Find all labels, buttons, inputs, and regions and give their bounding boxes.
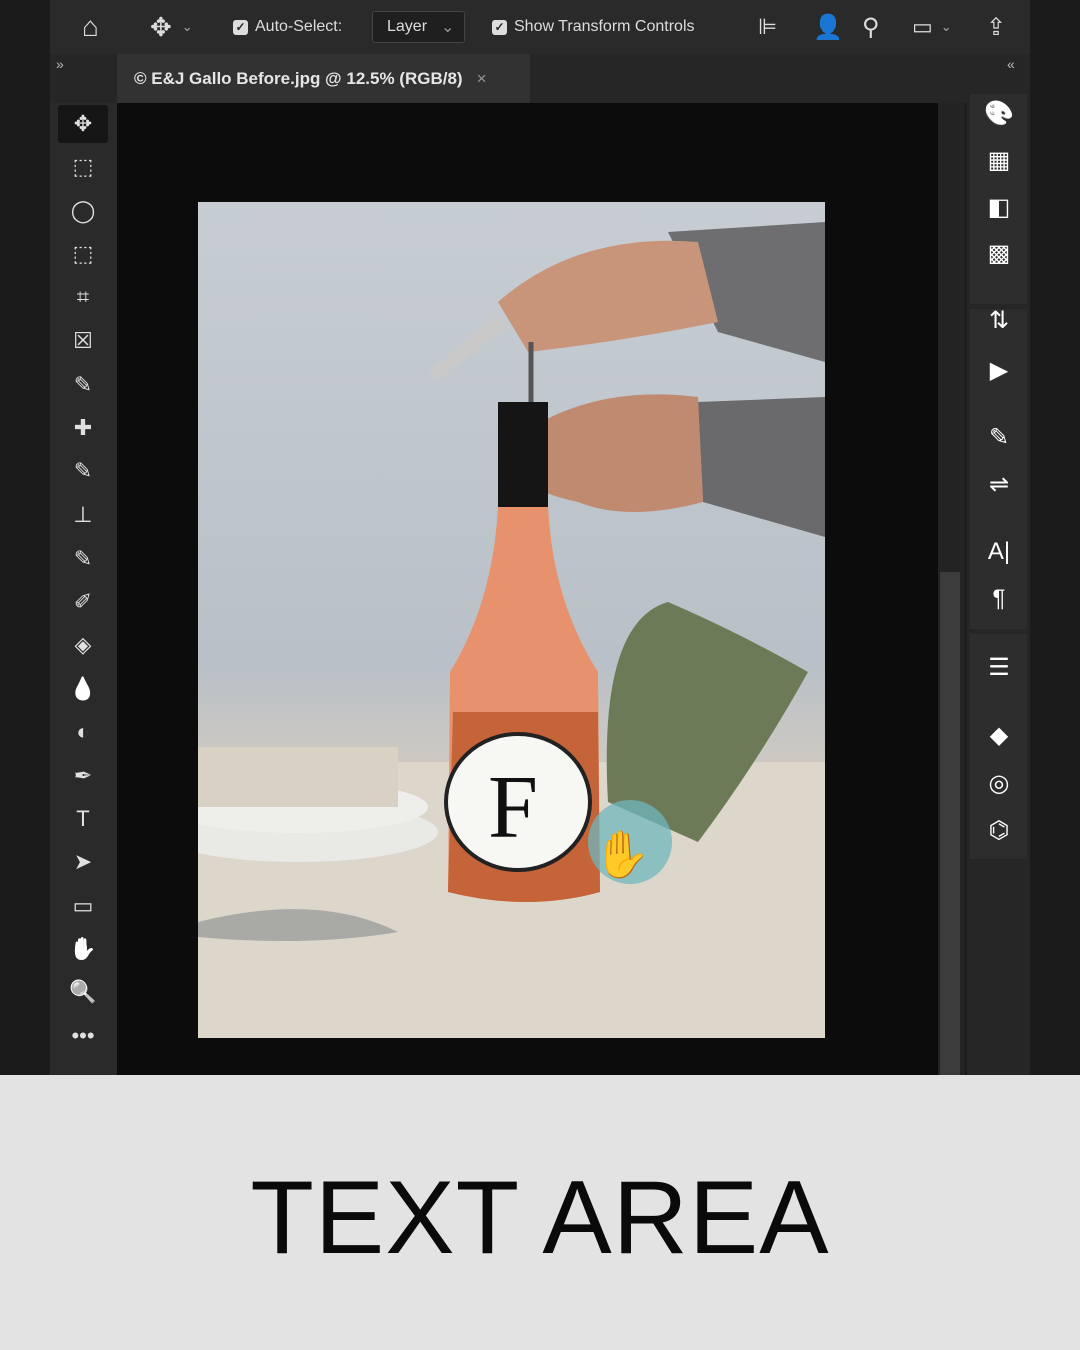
collapse-right-panel-button[interactable]: « [1007,56,1015,72]
eraser-tool-icon[interactable]: ✐ [58,583,108,621]
document-tab[interactable]: © E&J Gallo Before.jpg @ 12.5% (RGB/8) × [117,54,530,103]
gradient-panel-icon[interactable]: ◧ [975,187,1023,227]
align-left-icon[interactable]: ⊫ [758,0,777,54]
blur-tool-icon[interactable]: 💧 [58,670,108,708]
type-tool-icon[interactable]: T [58,800,108,838]
paint-bucket-tool-icon[interactable]: ◈ [58,626,108,664]
photo-illustration: F ✋ [198,222,825,1038]
dodge-tool-icon[interactable]: ◐ [58,713,108,751]
history-brush-tool-icon[interactable]: ✎ [58,540,108,578]
home-icon[interactable]: ⌂ [82,0,99,54]
lasso-tool-icon[interactable]: ◯ [58,192,108,230]
brush-tool-icon[interactable]: ✎ [58,452,108,490]
pen-tool-icon[interactable]: ✒ [58,757,108,795]
document-tab-bar: » © E&J Gallo Before.jpg @ 12.5% (RGB/8)… [50,54,967,103]
paragraph-panel-icon[interactable]: ¶ [975,579,1023,619]
auto-select-label: Auto-Select: [255,18,343,35]
hand-cursor-icon: ✋ [593,828,650,880]
character-panel-icon[interactable]: A| [975,532,1023,572]
close-tab-icon[interactable]: × [477,69,487,89]
path-select-tool-icon[interactable]: ➤ [58,843,108,881]
checkbox-icon: ✓ [492,19,507,35]
search-icon[interactable]: ⚲ [862,0,880,54]
document-tab-title: © E&J Gallo Before.jpg @ 12.5% (RGB/8) [134,68,463,88]
history-panel-icon[interactable]: ⇅ [975,300,1023,340]
auto-select-target-dropdown[interactable]: Layer ⌄ [372,11,466,43]
document-image: F ✋ [198,202,825,1038]
eyedropper-tool-icon[interactable]: ✎ [58,366,108,404]
properties-panel-icon[interactable]: ⇌ [975,464,1023,504]
more-tool-icon[interactable]: ••• [58,1017,108,1055]
swatches-panel-icon[interactable]: ▦ [975,140,1023,180]
hand-tool-icon[interactable]: ✋ [58,930,108,968]
share-icon[interactable]: ⇪ [986,0,1006,54]
user-add-icon[interactable]: 👤 [813,0,843,54]
expand-left-panel-button[interactable]: » [56,56,64,72]
label-logo: F [488,758,538,857]
caption-text: TEXT AREA [250,1160,830,1276]
patterns-panel-icon[interactable]: ▩ [975,233,1023,273]
paths-panel-icon[interactable]: ⌬ [975,810,1023,850]
rectangle-tool-icon[interactable]: ▭ [58,887,108,925]
chevron-down-icon[interactable]: ⌄ [182,19,193,35]
chevron-down-icon: ⌄ [441,19,455,36]
adjustments-panel-icon[interactable]: ☰ [975,647,1023,687]
crop-tool-icon[interactable]: ⌗ [58,278,108,316]
workspace-icon[interactable]: ▭ ⌄ [912,0,952,54]
show-transform-label: Show Transform Controls [514,18,695,35]
tools-panel: ✥ ⬚ ◯ ⬚ ⌗ ☒ ✎ ✚ ✎ ⊥ ✎ ✐ ◈ 💧 ◐ ✒ T ➤ ▭ ✋ 🔍 ••• [50,103,117,1075]
checkbox-icon: ✓ [233,19,248,35]
caption-area: TEXT AREA [0,1075,1080,1350]
channels-panel-icon[interactable]: ◎ [975,763,1023,803]
layers-panel-icon[interactable]: ◆ [975,715,1023,755]
options-bar: ⌂ ✥ ⌄ ✓ Auto-Select: Layer ⌄ ✓ Show Transfor… [50,0,1030,54]
dropdown-value: Layer [387,18,428,35]
zoom-tool-icon[interactable]: 🔍 [58,973,108,1011]
auto-select-checkbox[interactable]: ✓ Auto-Select: [233,0,342,54]
brush-settings-panel-icon[interactable]: ✎ [975,417,1023,457]
actions-panel-icon[interactable]: ▶ [975,350,1023,390]
marquee-tool-icon[interactable]: ⬚ [58,148,108,186]
healing-tool-icon[interactable]: ✚ [58,409,108,447]
show-transform-checkbox[interactable]: ✓ Show Transform Controls [492,0,695,54]
object-select-tool-icon[interactable]: ⬚ [58,235,108,273]
right-panel-dock: « 🎨 ▦ ◧ ▩ ⇅ ▶ ✎ ⇌ A| ¶ ☰ ◆ ◎ ⌬ [967,54,1030,1075]
stamp-tool-icon[interactable]: ⊥ [58,496,108,534]
color-panel-icon[interactable]: 🎨 [975,93,1023,133]
move-tool-icon[interactable]: ✥ [58,105,108,143]
scrollbar-thumb[interactable] [940,572,960,1075]
move-tool-icon[interactable]: ✥ ⌄ [150,0,193,54]
frame-tool-icon[interactable]: ☒ [58,322,108,360]
